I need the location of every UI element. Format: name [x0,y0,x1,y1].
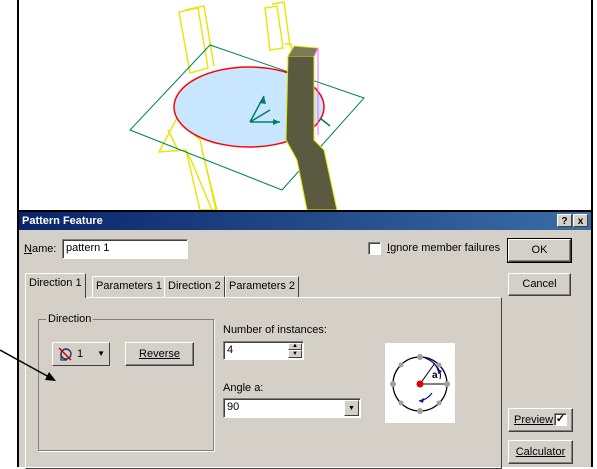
calculator-button[interactable]: Calculator [508,440,573,464]
dialog-title: Pattern Feature [22,215,103,227]
chevron-down-icon[interactable]: ▼ [344,400,359,416]
cancel-button[interactable]: Cancel [508,273,571,296]
preview-button[interactable]: Preview ✓ [508,408,573,432]
dialog-titlebar[interactable]: Pattern Feature ? x [19,212,591,230]
angle-label: Angle a: [223,382,264,394]
model-wireframe [129,1,365,210]
direction-value: 1 [77,348,84,360]
rotation-axis-icon [58,347,72,361]
circular-pattern-icon: a [390,354,450,414]
tab-parameters-1[interactable]: Parameters 1 [92,276,167,297]
diagram-letter: a [432,370,438,381]
spinner-buttons[interactable]: ▲ ▼ [288,343,302,358]
ignore-failures-checkbox[interactable] [368,242,381,255]
extruded-body [285,55,338,210]
instances-value: 4 [227,344,234,356]
spin-down-icon[interactable]: ▼ [288,350,302,358]
3d-viewport[interactable] [17,0,593,210]
close-button[interactable]: x [573,214,588,227]
tab-direction-1[interactable]: Direction 1 [25,273,86,298]
instances-label: Number of instances: [223,324,327,336]
spin-up-icon[interactable]: ▲ [288,343,302,350]
direction-select[interactable]: 1 ▼ [52,342,110,366]
pattern-feature-dialog: Pattern Feature ? x Name: pattern 1 Igno… [17,210,593,469]
tab-direction-2[interactable]: Direction 2 [164,276,225,297]
help-button[interactable]: ? [557,214,572,227]
ok-button[interactable]: OK [507,238,572,263]
direction-group-label: Direction [46,313,94,325]
preview-label: Preview [514,414,554,426]
chevron-down-icon: ▼ [97,349,105,358]
angle-value: 90 [227,401,240,413]
pattern-diagram: a [385,343,455,423]
name-label: Name: [24,243,57,255]
tab-parameters-2[interactable]: Parameters 2 [225,276,300,297]
instances-spinner[interactable]: 4 ▲ ▼ [223,341,304,360]
preview-checkbox[interactable]: ✓ [554,413,567,426]
reverse-button[interactable]: Reverse [125,342,194,366]
angle-select[interactable]: 90 ▼ [223,398,361,418]
direction-group [38,319,214,451]
ignore-failures-label: Ignore member failures [387,242,501,254]
name-field[interactable]: pattern 1 [62,239,188,259]
